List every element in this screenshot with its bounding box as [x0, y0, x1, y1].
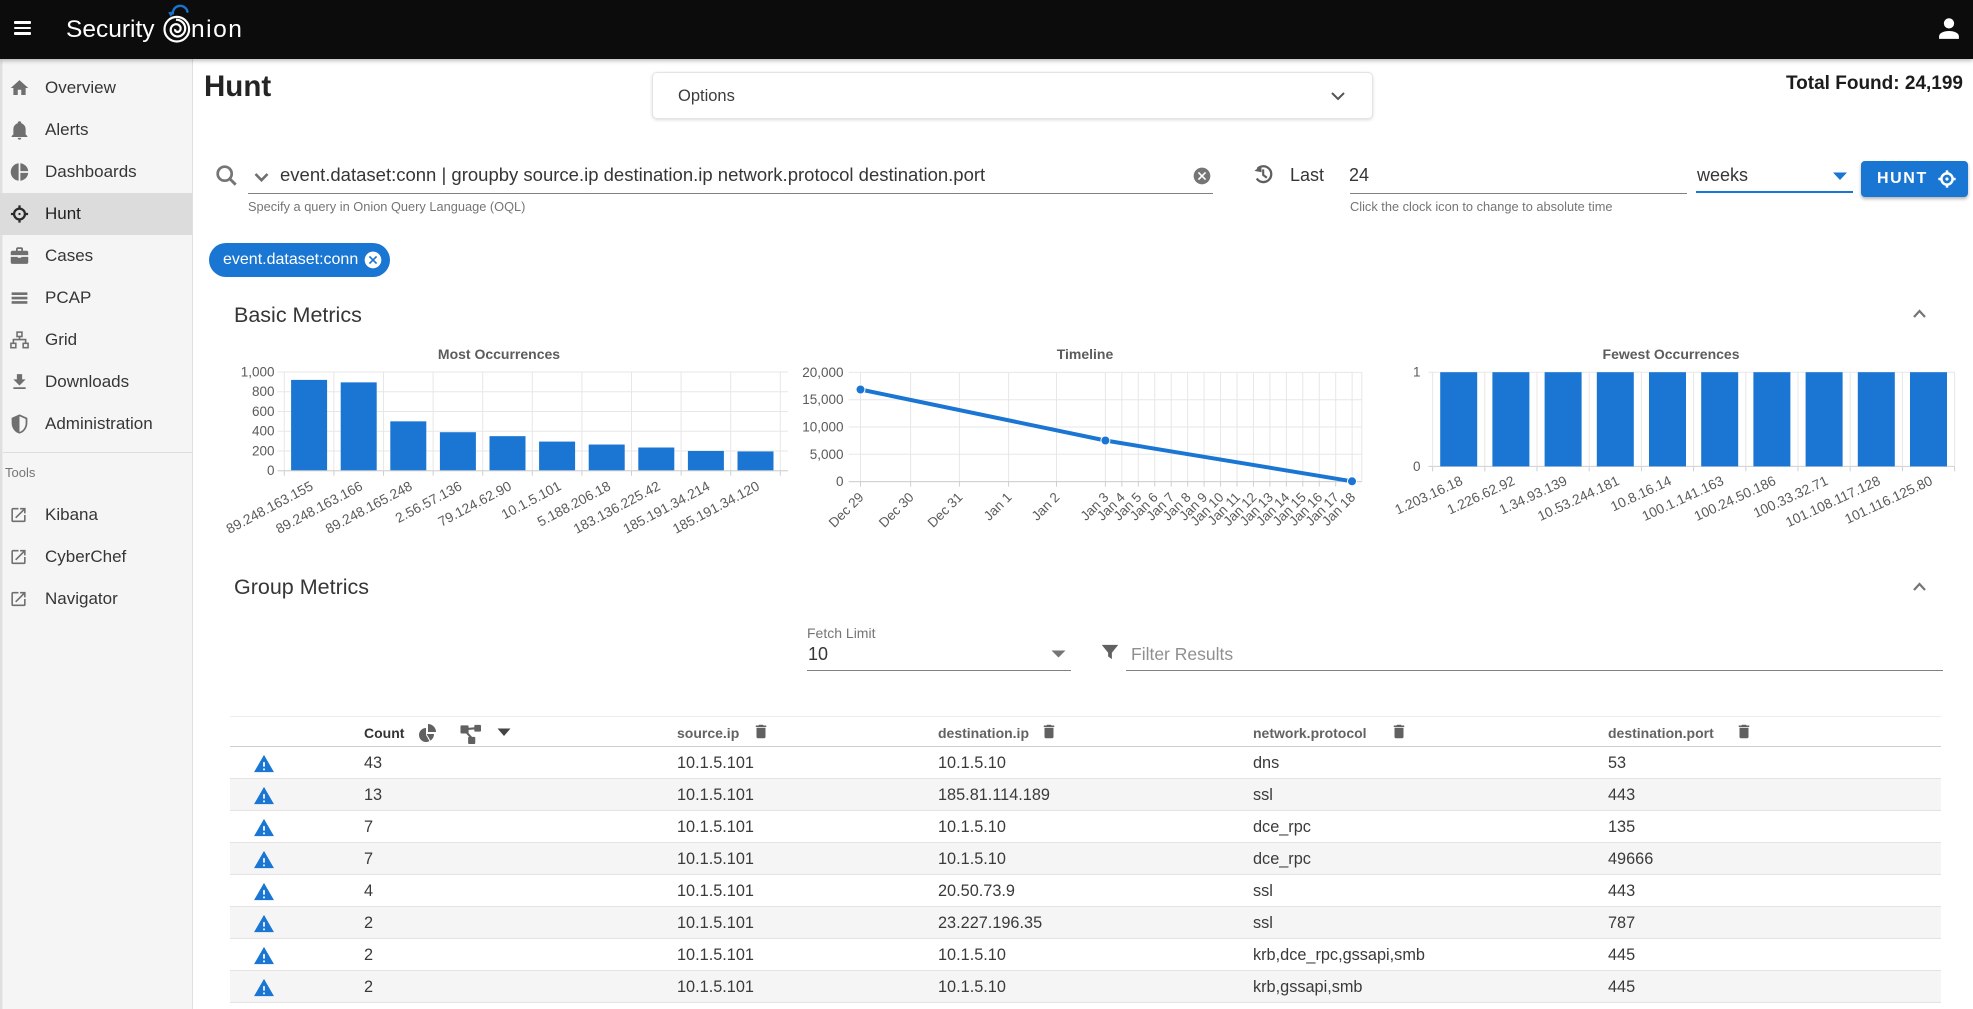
svg-text:15,000: 15,000 — [802, 392, 843, 407]
svg-text:1,000: 1,000 — [241, 365, 275, 380]
svg-text:0: 0 — [267, 463, 275, 478]
svg-text:1: 1 — [1413, 365, 1421, 380]
svg-text:185.191.34.120: 185.191.34.120 — [670, 478, 762, 536]
svg-text:0: 0 — [836, 474, 844, 489]
svg-text:Timeline: Timeline — [1057, 346, 1114, 362]
svg-text:Jan 2: Jan 2 — [1029, 490, 1063, 524]
svg-text:5,000: 5,000 — [810, 447, 844, 462]
svg-text:400: 400 — [252, 424, 275, 439]
svg-text:Jan 1: Jan 1 — [981, 490, 1015, 524]
svg-text:Dec 31: Dec 31 — [925, 490, 966, 531]
svg-text:101.116.125.80: 101.116.125.80 — [1842, 473, 1935, 527]
svg-text:Fewest Occurrences: Fewest Occurrences — [1603, 346, 1740, 362]
svg-text:Most Occurrences: Most Occurrences — [438, 346, 560, 362]
svg-text:800: 800 — [252, 384, 275, 399]
svg-text:Dec 30: Dec 30 — [876, 490, 917, 531]
svg-text:20,000: 20,000 — [802, 365, 843, 380]
svg-text:0: 0 — [1413, 459, 1421, 474]
svg-text:200: 200 — [252, 443, 275, 458]
svg-text:Dec 29: Dec 29 — [826, 490, 867, 531]
svg-text:10,000: 10,000 — [802, 420, 843, 435]
svg-text:600: 600 — [252, 404, 275, 419]
